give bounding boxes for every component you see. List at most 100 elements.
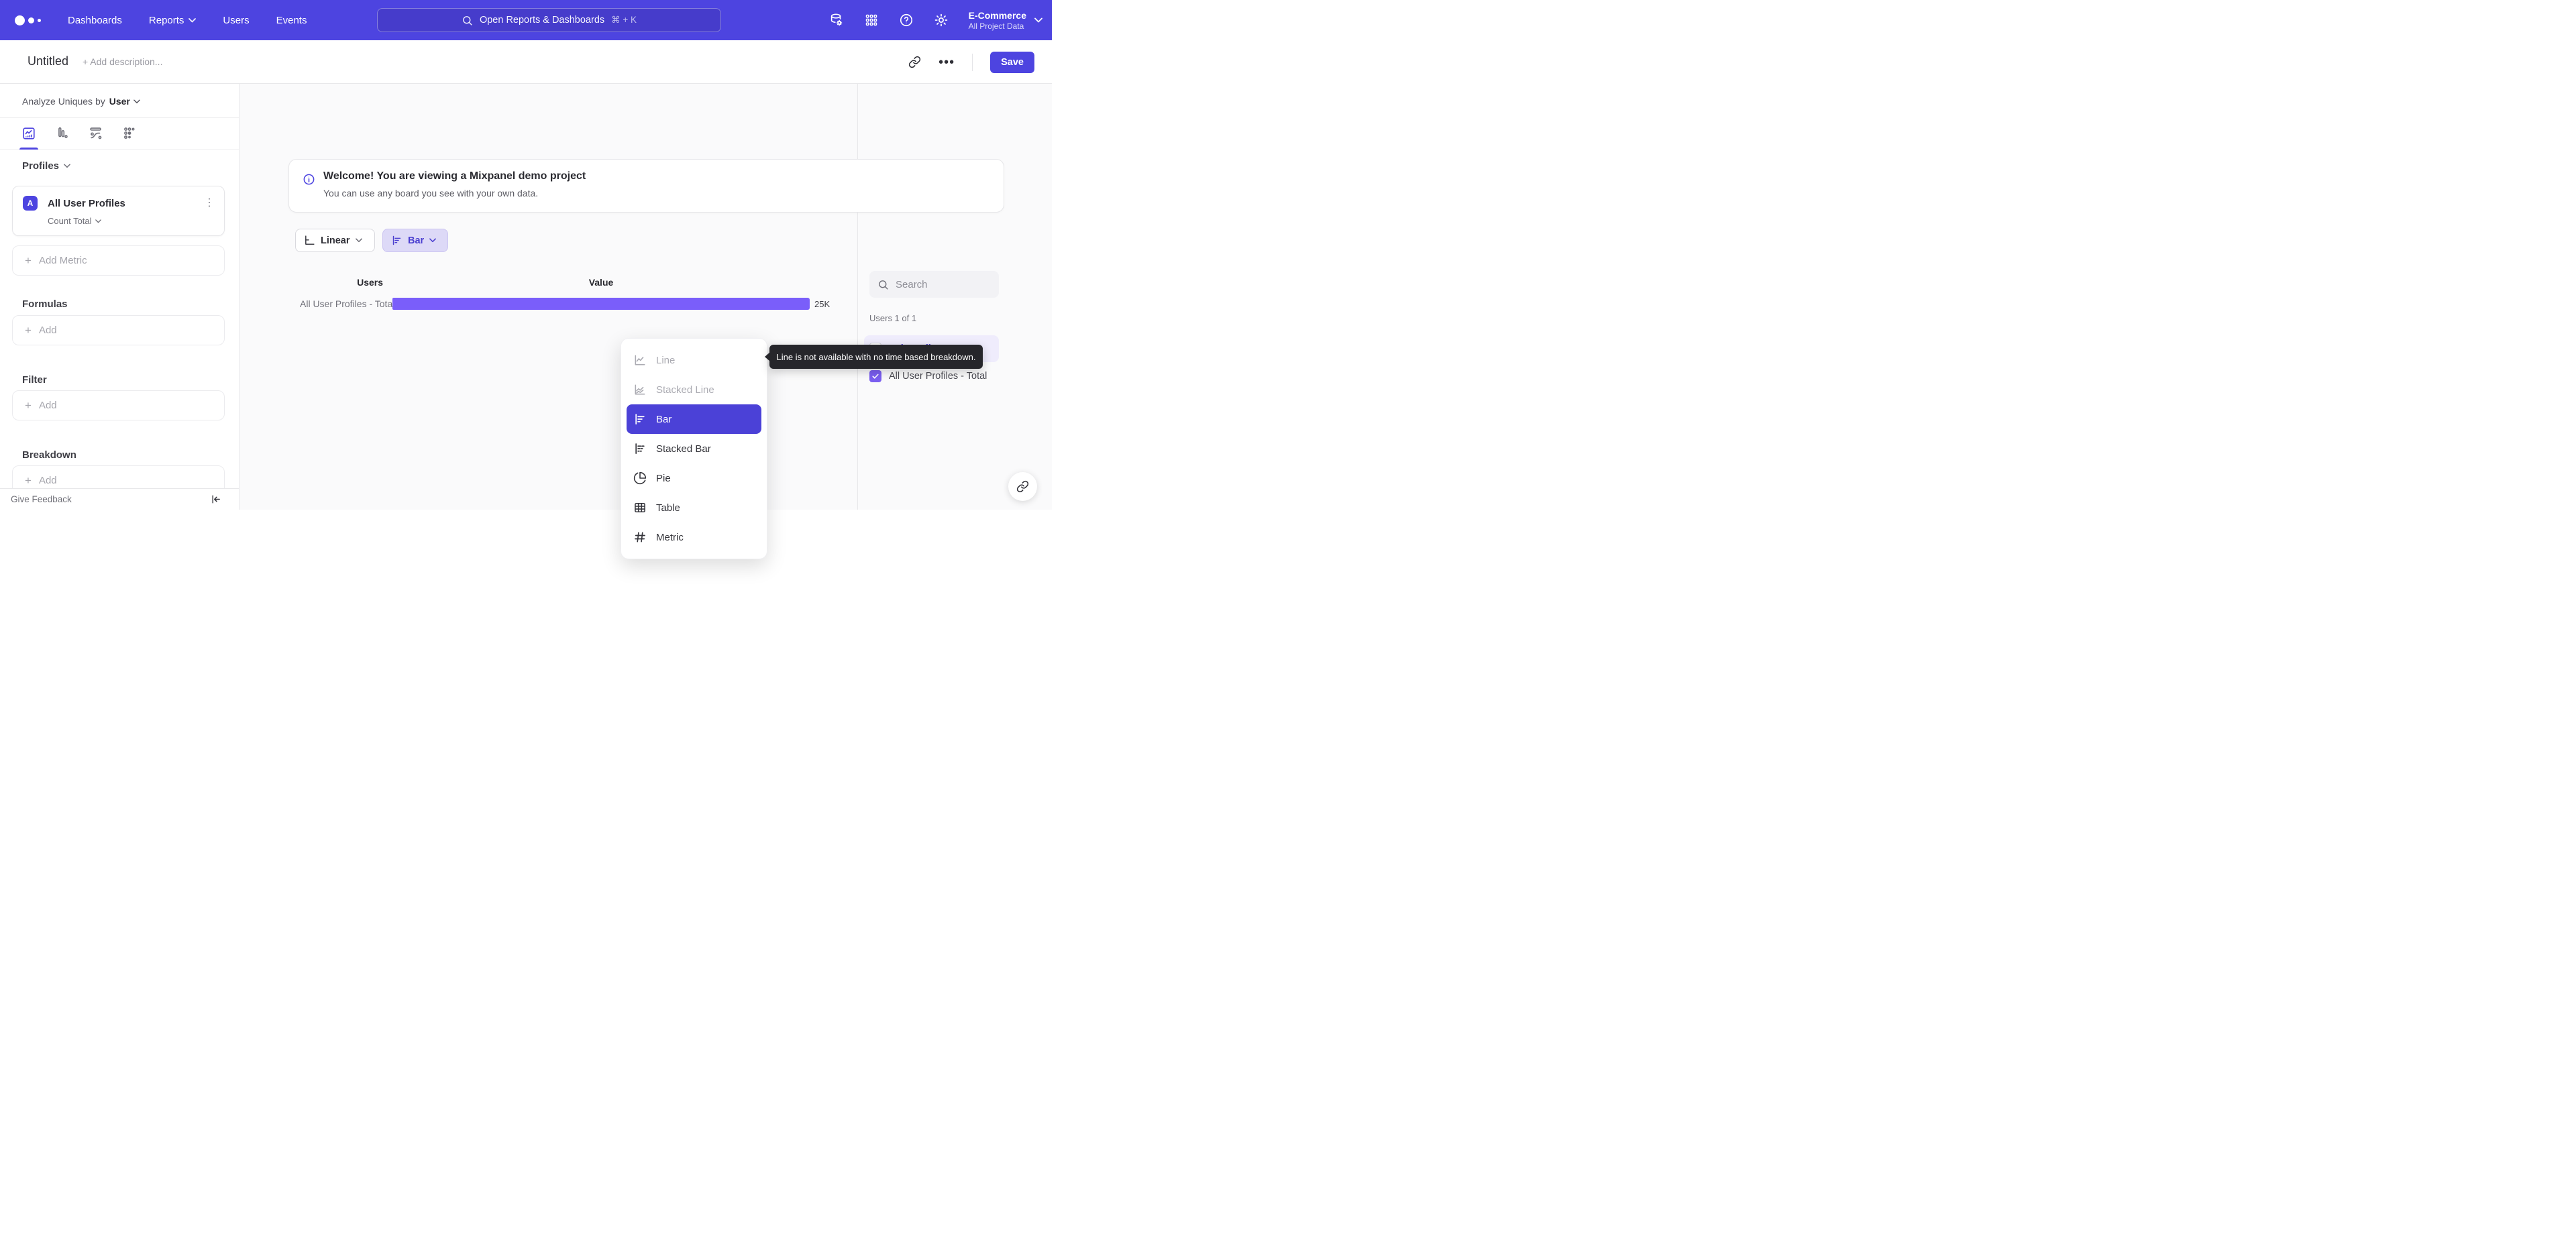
column-header-users: Users xyxy=(357,277,383,288)
apps-grid-icon[interactable] xyxy=(864,13,879,27)
series-label: All User Profiles - Total xyxy=(889,371,987,382)
insights-tab-icon xyxy=(23,127,35,139)
time-scale-button[interactable]: Linear xyxy=(295,229,375,252)
breakdown-heading: Breakdown xyxy=(22,449,76,461)
nav-links: Dashboards Reports Users Events xyxy=(68,15,307,26)
metric-letter-badge: A xyxy=(23,196,38,211)
legend-count-label: Users 1 of 1 xyxy=(869,313,917,323)
mixpanel-logo-icon[interactable] xyxy=(15,15,41,25)
plus-icon: + xyxy=(25,253,32,267)
welcome-banner: Welcome! You are viewing a Mixpanel demo… xyxy=(288,159,1004,213)
more-actions-button[interactable]: ••• xyxy=(938,56,955,69)
plus-icon: + xyxy=(25,473,32,487)
tab-insights[interactable] xyxy=(12,118,46,150)
chart-type-button[interactable]: Bar xyxy=(382,229,448,252)
metric-name[interactable]: All User Profiles xyxy=(48,198,204,209)
tab-funnels[interactable] xyxy=(46,118,79,150)
series-checkbox[interactable] xyxy=(869,370,881,382)
profiles-heading[interactable]: Profiles xyxy=(22,160,239,172)
menu-item-metric[interactable]: Metric xyxy=(627,522,761,552)
hash-icon xyxy=(635,532,645,543)
report-title[interactable]: Untitled xyxy=(28,54,68,68)
nav-item-events[interactable]: Events xyxy=(276,15,307,26)
disabled-option-tooltip: Line is not available with no time based… xyxy=(765,345,983,369)
menu-item-stacked-line[interactable]: Stacked Line xyxy=(627,375,761,404)
give-feedback-link[interactable]: Give Feedback xyxy=(11,494,72,504)
legend-search-input[interactable] xyxy=(896,278,983,290)
bar-segment[interactable] xyxy=(392,298,810,310)
retention-tab-icon xyxy=(124,127,135,139)
add-description-field[interactable]: + Add description... xyxy=(83,56,162,67)
analyze-entity-select[interactable]: User xyxy=(109,96,140,107)
global-search-button[interactable]: Open Reports & Dashboards ⌘ + K xyxy=(377,8,721,32)
search-icon xyxy=(879,280,888,290)
chart-type-menu: Line Stacked Line Bar Stacked Bar Pie Ta… xyxy=(621,338,767,559)
plus-icon: + xyxy=(25,323,32,337)
menu-item-stacked-bar[interactable]: Stacked Bar xyxy=(627,434,761,463)
share-link-fab[interactable] xyxy=(1008,472,1037,501)
plus-icon: + xyxy=(25,398,32,412)
chevron-down-icon xyxy=(64,164,70,168)
link-icon xyxy=(908,56,921,68)
report-header: Untitled + Add description... ••• Save xyxy=(0,40,1052,84)
welcome-title: Welcome! You are viewing a Mixpanel demo… xyxy=(323,170,586,182)
line-chart-icon xyxy=(635,355,645,365)
search-placeholder: Open Reports & Dashboards xyxy=(479,15,605,25)
chevron-down-icon xyxy=(95,219,101,223)
info-icon xyxy=(303,174,315,185)
project-scope: All Project Data xyxy=(968,21,1024,31)
menu-item-bar[interactable]: Bar xyxy=(627,404,761,434)
table-icon xyxy=(635,502,645,513)
add-formula-button[interactable]: + Add xyxy=(12,315,225,345)
legend-series-row[interactable]: All User Profiles - Total xyxy=(869,370,987,382)
report-canvas: Welcome! You are viewing a Mixpanel demo… xyxy=(239,84,1052,559)
linear-axis-icon xyxy=(305,235,315,245)
data-management-icon[interactable] xyxy=(829,13,844,27)
kebab-menu-icon[interactable]: ⋮ xyxy=(204,198,215,209)
aggregation-select[interactable]: Count Total xyxy=(48,216,224,226)
nav-item-reports[interactable]: Reports xyxy=(149,15,197,26)
legend-search-box[interactable] xyxy=(869,271,999,298)
menu-item-table[interactable]: Table xyxy=(627,493,761,522)
bar-chart-icon xyxy=(635,414,645,424)
stacked-bar-chart-icon xyxy=(635,443,645,454)
chevron-down-icon xyxy=(1034,17,1042,23)
metric-card[interactable]: A All User Profiles ⋮ Count Total xyxy=(12,186,225,236)
flows-tab-icon xyxy=(90,127,102,139)
add-filter-button[interactable]: + Add xyxy=(12,390,225,420)
chevron-down-icon xyxy=(189,17,197,22)
chevron-down-icon xyxy=(429,238,437,243)
nav-right-group: E-Commerce All Project Data xyxy=(829,0,1042,40)
link-icon xyxy=(1016,480,1029,493)
check-icon xyxy=(872,374,879,379)
query-builder-sidebar: Analyze Uniques by User Profiles A All U… xyxy=(0,84,239,510)
nav-item-users[interactable]: Users xyxy=(223,15,249,26)
menu-item-pie[interactable]: Pie xyxy=(627,463,761,493)
filter-heading: Filter xyxy=(22,374,47,386)
bar-value-label: 25K xyxy=(814,299,830,309)
welcome-subtitle: You can use any board you see with your … xyxy=(323,188,539,198)
sidebar-footer: Give Feedback xyxy=(0,488,239,510)
add-metric-button[interactable]: + Add Metric xyxy=(12,245,225,276)
funnels-tab-icon xyxy=(58,127,68,138)
collapse-sidebar-button[interactable] xyxy=(210,494,221,505)
nav-item-dashboards[interactable]: Dashboards xyxy=(68,15,122,26)
project-switcher[interactable]: E-Commerce All Project Data xyxy=(969,9,1042,31)
gear-icon[interactable] xyxy=(934,13,949,27)
chevron-down-icon xyxy=(355,238,362,243)
stacked-line-chart-icon xyxy=(635,384,645,395)
menu-item-line[interactable]: Line xyxy=(627,345,761,375)
pie-chart-icon xyxy=(633,471,647,485)
tab-flows[interactable] xyxy=(79,118,113,150)
formulas-heading: Formulas xyxy=(22,298,68,310)
bar-chart-icon xyxy=(392,235,401,245)
collapse-left-icon xyxy=(212,495,220,504)
mixpanel-insights-page: Dashboards Reports Users Events Open Rep… xyxy=(0,0,1052,559)
analyze-uniques-row: Analyze Uniques by User xyxy=(0,84,239,107)
help-icon[interactable] xyxy=(899,13,914,27)
column-header-value: Value xyxy=(588,277,614,288)
copy-link-button[interactable] xyxy=(908,56,921,68)
project-name: E-Commerce xyxy=(968,10,1026,21)
save-button[interactable]: Save xyxy=(990,51,1034,73)
tab-retention[interactable] xyxy=(113,118,146,150)
